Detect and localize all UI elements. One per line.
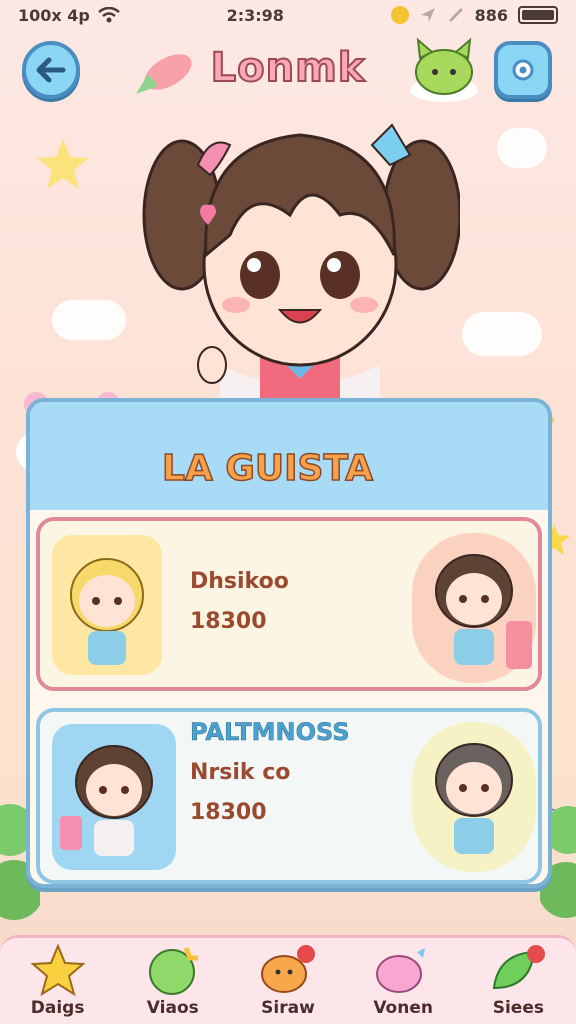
blob-icon [260,945,315,993]
gray-hair-character-icon [435,743,513,854]
player-name: Nrsik co [190,760,291,785]
status-bar: 100x 4p 2:3:98 886 [0,0,576,30]
moon-icon [390,6,409,24]
nav-label: Siees [492,998,544,1018]
status-left-text: 100x 4p [18,5,90,25]
avatar [52,535,162,675]
player-card[interactable]: Dhsikoo 18300 [36,517,542,691]
settings-button[interactable] [494,41,552,99]
avatar [412,722,536,872]
avatar [412,533,536,683]
nav-item-daigs[interactable]: Daigs [6,944,110,1018]
ranking-panel: LA GUISTA Dhsikoo 18300 PALTMNOSS Nrsik … [26,398,552,888]
panel-title: LA GUISTA [161,447,374,490]
cloud-decoration [52,300,126,340]
player-card[interactable]: PALTMNOSS Nrsik co 18300 [36,708,542,884]
signal-icon [448,7,463,23]
candy-icon [376,948,426,993]
status-time: 2:3:98 [226,5,284,25]
nav-label: Vonen [373,998,433,1018]
pink-bow-character-icon [60,745,153,856]
panel-header: LA GUISTA [30,402,548,510]
player-name: Dhsikoo [190,569,289,594]
player-score: 18300 [190,800,267,825]
brunette-character-icon [435,554,532,669]
status-right-text: 886 [474,5,508,25]
star-icon [30,944,85,996]
nav-item-vonen[interactable]: Vonen [351,944,455,1018]
hero-character [142,123,460,405]
settings-icon [512,59,534,81]
cloud-decoration [497,128,547,168]
nav-item-siraw[interactable]: Siraw [236,944,340,1018]
star-decoration-icon [37,139,89,189]
avatar [52,724,176,870]
player-tag: PALTMNOSS [190,718,350,747]
wifi-icon [98,7,120,23]
nav-label: Viaos [146,998,199,1018]
leaf-icon [493,945,546,990]
player-score: 18300 [190,609,267,634]
nav-item-viaos[interactable]: Viaos [121,944,225,1018]
page-title: Lonmk [210,44,366,92]
location-icon [420,8,435,22]
green-cat-icon [410,37,478,102]
bottom-navigation: Daigs Viaos Siraw Vonen Siees [0,935,576,1024]
nav-label: Daigs [30,998,85,1018]
melon-icon [148,947,198,995]
blonde-character-icon [70,558,144,665]
rocket-icon [136,54,192,94]
battery-icon [517,6,558,24]
cloud-decoration [462,312,542,356]
nav-item-siees[interactable]: Siees [466,944,570,1018]
nav-label: Siraw [261,998,315,1018]
